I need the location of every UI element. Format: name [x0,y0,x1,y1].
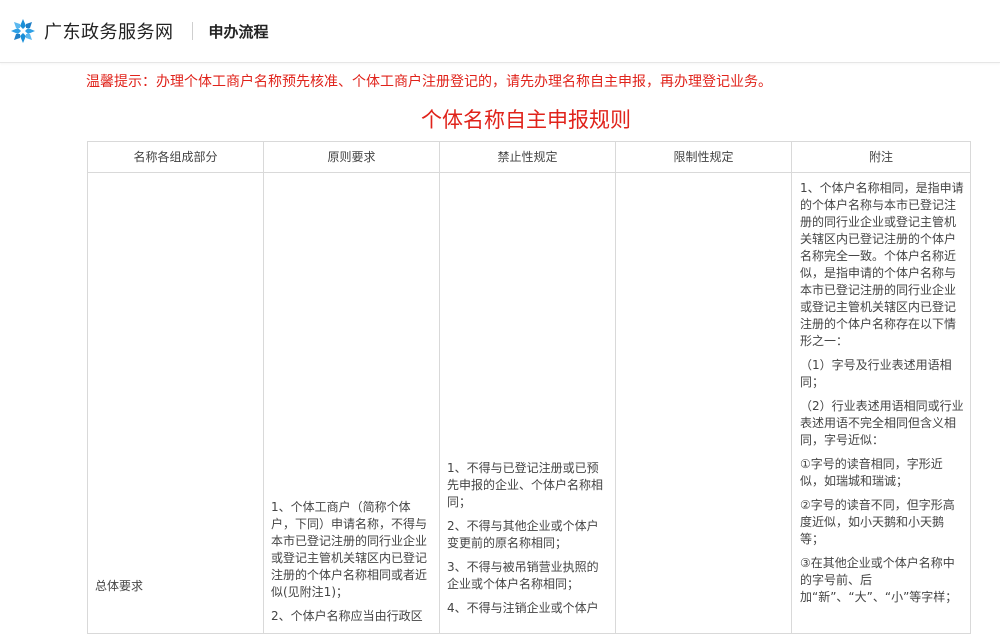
header-divider [191,22,193,40]
note-item: ①字号的读音相同，字形近似，如瑞城和瑞诚； [800,457,943,488]
note-item: （1）字号及行业表述用语相同； [800,358,952,389]
principle-item: 1、个体工商户（简称个体户，下同）申请名称，不得与本市已登记注册的同行业企业或登… [271,500,428,599]
header-note: 附注 [791,141,971,173]
principle-item: 2、个体户名称应当由行政区 [271,609,423,623]
prohibit-item: 2、不得与其他企业或个体户变更前的原名称相同； [447,519,599,550]
site-title: 广东政务服务网 [44,22,174,43]
cell-limit [615,172,792,634]
warm-tip-notice: 温馨提示：办理个体工商户名称预先核准、个体工商户注册登记的，请先办理名称自主申报… [86,74,772,90]
top-header: 广东政务服务网 申办流程 [0,0,1000,63]
note-item: 1、个体户名称相同，是指申请的个体户名称与本市已登记注册的同行业企业或登记主管机… [800,181,964,348]
rules-table: 名称各组成部分 原则要求 禁止性规定 限制性规定 附注 总体要求 1、个体工商户… [87,141,971,634]
section-title: 申办流程 [208,22,269,41]
cell-name-text: 总体要求 [95,579,144,593]
rules-title: 个体名称自主申报规则 [0,104,1000,134]
note-item: ②字号的读音不同，但字形高度近似，如小天鹅和小天鹅等； [800,498,955,546]
cell-prohibit: 1、不得与已登记注册或已预先申报的企业、个体户名称相同； 2、不得与其他企业或个… [439,172,616,634]
note-item: ③在其他企业或个体户名称中的字号前、后加“新”、“大”、“小”等字样； [800,556,958,604]
table-header-row: 名称各组成部分 原则要求 禁止性规定 限制性规定 附注 [87,141,971,173]
table-row: 总体要求 1、个体工商户（简称个体户，下同）申请名称，不得与本市已登记注册的同行… [87,172,971,634]
site-logo[interactable]: 广东政务服务网 [10,18,174,44]
guangdong-gov-logo-icon [11,19,35,43]
prohibit-item: 4、不得与注销企业或个体户 [447,601,599,615]
cell-note: 1、个体户名称相同，是指申请的个体户名称与本市已登记注册的同行业企业或登记主管机… [791,172,971,634]
cell-principle: 1、个体工商户（简称个体户，下同）申请名称，不得与本市已登记注册的同行业企业或登… [263,172,440,634]
cell-name: 总体要求 [87,172,264,634]
prohibit-item: 3、不得与被吊销营业执照的企业或个体户名称相同； [447,560,599,591]
header-prohibit: 禁止性规定 [439,141,616,173]
prohibit-item: 1、不得与已登记注册或已预先申报的企业、个体户名称相同； [447,461,604,509]
header-limit: 限制性规定 [615,141,792,173]
rules-title-text: 个体名称自主申报规则 [421,108,631,132]
note-item: （2）行业表述用语相同或行业表述用语不完全相同但含义相同，字号近似： [800,399,964,447]
header-principle: 原则要求 [263,141,440,173]
header-name-parts: 名称各组成部分 [87,141,264,173]
